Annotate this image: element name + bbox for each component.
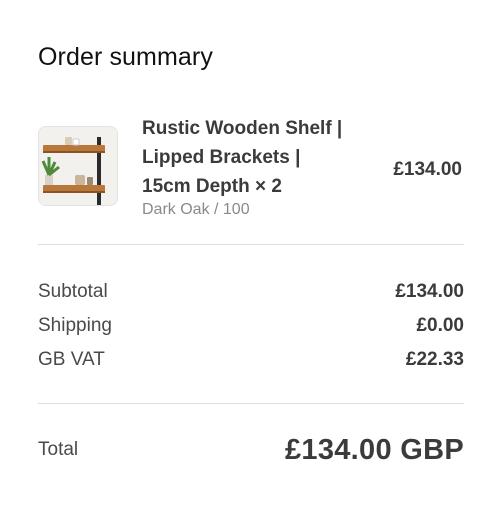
total-value: £134.00 GBP [284, 433, 464, 466]
total-label: Total [38, 439, 79, 460]
divider [38, 244, 464, 245]
product-title-line: Rustic Wooden Shelf | [142, 118, 343, 139]
subtotal-row: Subtotal £134.00 [38, 278, 464, 306]
tax-label: GB VAT [38, 349, 105, 370]
product-title-line: Lipped Brackets | [142, 147, 301, 168]
product-title: Rustic Wooden Shelf | Lipped Brackets | … [142, 114, 382, 201]
order-summary-heading: Order summary [38, 43, 213, 71]
product-variant: Dark Oak / 100 [142, 201, 250, 218]
tax-value: £22.33 [405, 349, 464, 370]
subtotal-value: £134.00 [395, 281, 464, 302]
tax-row: GB VAT £22.33 [38, 346, 464, 374]
shipping-label: Shipping [38, 315, 112, 336]
wooden-shelf-product-image [39, 127, 117, 205]
product-title-line: 15cm Depth × 2 [142, 176, 282, 197]
shipping-value: £0.00 [416, 315, 464, 336]
divider [38, 403, 464, 404]
subtotal-label: Subtotal [38, 281, 108, 302]
line-item: Rustic Wooden Shelf | Lipped Brackets | … [38, 112, 464, 224]
product-thumbnail [38, 126, 118, 206]
shipping-row: Shipping £0.00 [38, 312, 464, 340]
product-price: £134.00 [393, 159, 462, 180]
total-row: Total £134.00 GBP [38, 430, 464, 470]
